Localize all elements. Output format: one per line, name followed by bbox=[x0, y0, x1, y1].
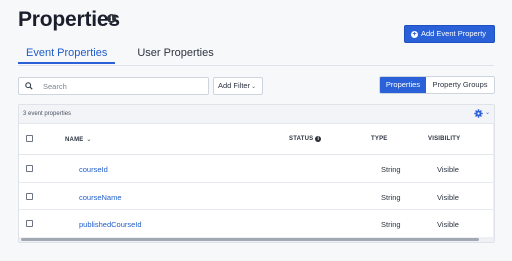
property-name-link[interactable]: courseId bbox=[79, 165, 108, 174]
add-event-property-button[interactable]: + Add Event Property bbox=[404, 25, 495, 43]
add-event-property-label: Add Event Property bbox=[421, 29, 487, 38]
add-filter-button[interactable]: Add Filter⌄ bbox=[213, 77, 263, 95]
table-row: publishedCourseId String Visible bbox=[19, 210, 494, 238]
column-header-name[interactable]: NAME ⌄ bbox=[65, 136, 92, 143]
table-row: courseId String Visible bbox=[19, 155, 494, 183]
table-toolbar: 3 event properties ⌄ bbox=[19, 105, 494, 124]
tab-divider bbox=[18, 65, 494, 66]
property-type: String bbox=[381, 165, 401, 174]
info-icon[interactable]: i bbox=[107, 14, 116, 23]
column-status-label: STATUS bbox=[289, 136, 314, 142]
tab-bar: Event Properties User Properties bbox=[18, 47, 236, 64]
chevron-down-icon: ⌄ bbox=[86, 137, 92, 143]
column-divider bbox=[493, 124, 494, 242]
property-type: String bbox=[381, 192, 401, 202]
column-name-label: NAME bbox=[65, 137, 84, 143]
property-visibility: Visible bbox=[437, 192, 459, 202]
property-visibility: Visible bbox=[437, 220, 459, 229]
row-checkbox[interactable] bbox=[26, 165, 33, 172]
scrollbar-thumb[interactable] bbox=[21, 238, 479, 241]
property-groups-toggle-button[interactable]: Property Groups bbox=[426, 77, 494, 93]
select-all-checkbox[interactable] bbox=[26, 135, 33, 142]
search-input[interactable]: Search bbox=[18, 77, 209, 95]
chevron-down-icon: ⌄ bbox=[251, 84, 257, 90]
search-placeholder: Search bbox=[43, 81, 67, 91]
column-header-status: STATUS i bbox=[289, 136, 322, 142]
plus-circle-icon: + bbox=[411, 30, 418, 38]
properties-table: 3 event properties ⌄ NAME ⌄ STATUS i TYPE… bbox=[18, 104, 495, 243]
add-filter-label: Add Filter bbox=[218, 81, 251, 90]
column-header-visibility: VISIBILITY bbox=[428, 136, 461, 142]
row-checkbox[interactable] bbox=[26, 192, 33, 200]
property-type: String bbox=[381, 220, 401, 229]
gear-icon[interactable] bbox=[474, 109, 483, 118]
tab-user-properties[interactable]: User Properties bbox=[129, 47, 221, 64]
tab-event-properties[interactable]: Event Properties bbox=[18, 47, 116, 64]
property-name-link[interactable]: courseName bbox=[79, 193, 122, 202]
chevron-down-icon[interactable]: ⌄ bbox=[485, 109, 490, 116]
page-title: Properties bbox=[18, 8, 120, 31]
search-icon bbox=[25, 82, 33, 90]
table-row: courseName String Visible bbox=[19, 183, 494, 210]
property-count: 3 event properties bbox=[23, 111, 72, 117]
property-visibility: Visible bbox=[437, 165, 459, 174]
property-name-link[interactable]: publishedCourseId bbox=[79, 220, 142, 229]
table-header: NAME ⌄ STATUS i TYPE VISIBILITY bbox=[19, 124, 494, 155]
view-toggle: Properties Property Groups bbox=[379, 76, 495, 94]
info-icon[interactable]: i bbox=[315, 136, 322, 142]
horizontal-scrollbar[interactable] bbox=[19, 237, 494, 242]
column-header-type: TYPE bbox=[371, 136, 388, 142]
row-checkbox[interactable] bbox=[26, 220, 33, 227]
properties-toggle-button[interactable]: Properties bbox=[380, 77, 426, 93]
